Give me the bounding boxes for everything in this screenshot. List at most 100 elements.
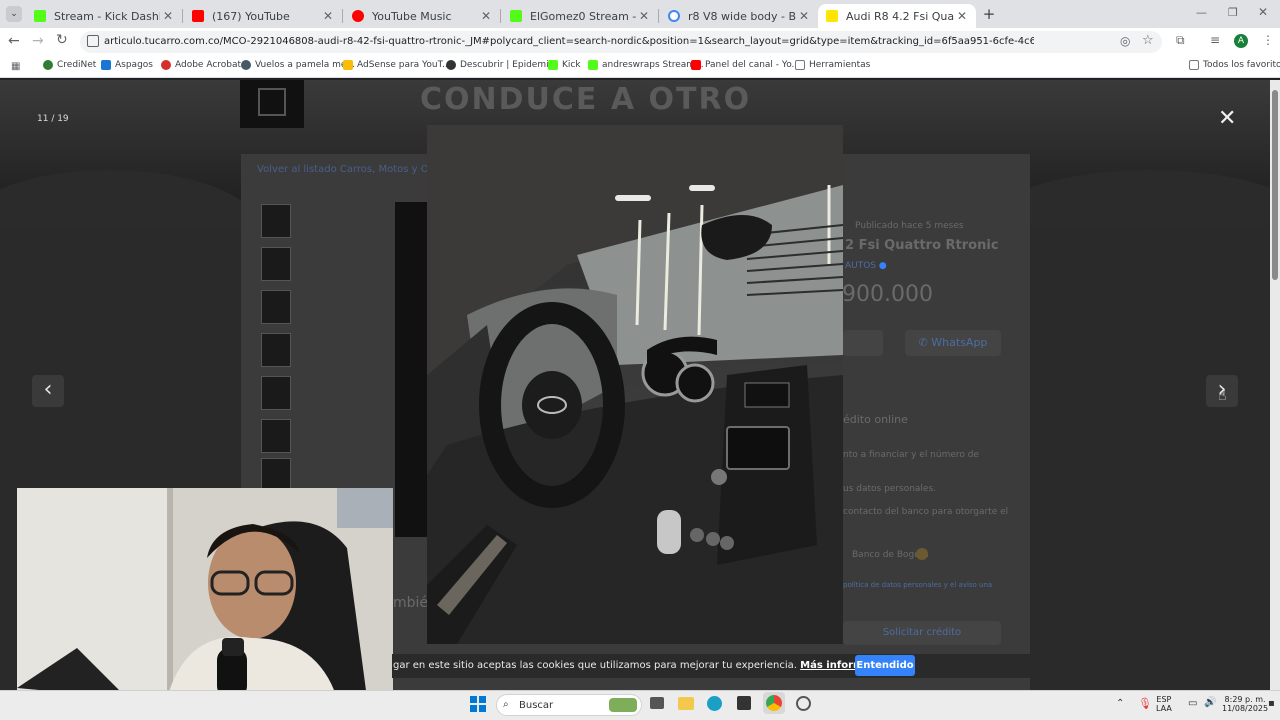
eye-off-icon[interactable]: ◎	[1120, 34, 1130, 48]
bookmark-kick[interactable]: Kick	[548, 60, 581, 70]
accept-cookies-button[interactable]: Entendido	[855, 655, 915, 676]
bookmark-adsense[interactable]: AdSense para YouT...	[343, 60, 451, 70]
verified-icon: ●	[878, 261, 887, 271]
back-button[interactable]: ←	[8, 33, 20, 49]
seller-name[interactable]: AUTOS ●	[845, 261, 887, 271]
tray-chevron-icon[interactable]: ⌃	[1116, 698, 1124, 709]
cookie-message: gar en este sitio aceptas las cookies qu…	[393, 660, 898, 671]
adsense-icon	[343, 60, 353, 70]
tab-title: (167) YouTube	[212, 9, 290, 23]
tab-title: Stream - Kick Dashboard	[54, 9, 160, 23]
tab-youtube-music[interactable]: YouTube Music ✕	[344, 4, 500, 28]
minimize-button[interactable]: —	[1196, 6, 1207, 19]
language-indicator[interactable]: ESP LAA	[1156, 695, 1172, 713]
adobe-icon	[161, 60, 171, 70]
bookmark-descubrir[interactable]: Descubrir | Epidemi...	[446, 60, 557, 70]
breadcrumb[interactable]: Volver al listado Carros, Motos y Otros	[257, 164, 448, 175]
scrollbar-thumb[interactable]	[1272, 90, 1278, 280]
close-tab-icon[interactable]: ✕	[320, 9, 336, 23]
published-date: Publicado hace 5 meses	[855, 221, 964, 231]
forward-button[interactable]: →	[32, 33, 44, 49]
task-view-icon[interactable]	[650, 697, 664, 709]
close-tab-icon[interactable]: ✕	[636, 9, 652, 23]
network-icon[interactable]: ▭	[1188, 698, 1197, 709]
kick-icon	[588, 60, 598, 70]
url-text[interactable]: articulo.tucarro.com.co/MCO-2921046808-a…	[104, 36, 1034, 47]
chrome-taskbar-button[interactable]	[763, 692, 785, 714]
taskbar-search[interactable]: ⌕ Buscar	[496, 694, 642, 716]
search-highlight-icon	[609, 698, 637, 712]
thumbnail[interactable]	[261, 419, 291, 453]
credit-legal[interactable]: política de datos personales y el aviso …	[843, 581, 992, 589]
bookmark-aspagos[interactable]: Aspagos	[101, 60, 153, 70]
bookmark-andreswraps[interactable]: andreswraps Stream...	[588, 60, 704, 70]
descubrir-icon	[446, 60, 456, 70]
media-control-icon[interactable]: ≡	[1210, 33, 1220, 47]
all-bookmarks[interactable]: Todos los favoritos	[1189, 60, 1280, 70]
car-interior-photo	[427, 125, 843, 644]
section-heading-partial: mbié	[393, 595, 429, 611]
close-tab-icon[interactable]: ✕	[160, 9, 176, 23]
thumbnail[interactable]	[261, 458, 291, 492]
microphone-icon[interactable]: 🎙	[1138, 697, 1152, 710]
windows-start-icon[interactable]	[470, 696, 486, 712]
contact-button[interactable]	[843, 330, 883, 356]
thumbnail[interactable]	[261, 376, 291, 410]
main-image-behind	[395, 202, 427, 537]
whatsapp-button[interactable]: ✆ WhatsApp	[905, 330, 1001, 356]
close-tab-icon[interactable]: ✕	[796, 9, 812, 23]
tab-title: r8 V8 wide body - Buscar con G	[688, 9, 796, 23]
tab-search-button[interactable]: ⌄	[6, 6, 22, 22]
tab-title: YouTube Music	[372, 9, 452, 23]
bank-logo	[916, 548, 928, 560]
kick-icon	[510, 10, 522, 22]
bookmark-star-icon[interactable]: ☆	[1142, 33, 1154, 48]
thumbnail[interactable]	[261, 204, 291, 238]
thumbnail[interactable]	[261, 290, 291, 324]
thumbnail[interactable]	[261, 333, 291, 367]
bookmark-vuelos[interactable]: Vuelos a pamela me...	[241, 60, 355, 70]
previous-image-button[interactable]: ‹	[32, 375, 64, 407]
close-window-button[interactable]: ✕	[1258, 5, 1268, 19]
tab-google-search[interactable]: r8 V8 wide body - Buscar con G ✕	[660, 4, 818, 28]
notifications-icon[interactable]: ▪	[1268, 698, 1275, 709]
search-icon: ⌕	[503, 699, 509, 710]
credit-line-3: contacto del banco para otorgarte el	[843, 507, 1009, 517]
dealer-logo	[258, 88, 286, 116]
kick-icon	[34, 10, 46, 22]
file-explorer-icon[interactable]	[678, 697, 694, 710]
kick-icon	[548, 60, 558, 70]
clock[interactable]: 8:29 p. m. 11/08/2025	[1222, 695, 1268, 713]
maximize-button[interactable]: ❐	[1228, 6, 1238, 19]
extensions-icon[interactable]: ⧉	[1176, 33, 1185, 48]
credinet-icon	[43, 60, 53, 70]
site-info-icon[interactable]	[87, 35, 99, 47]
close-tab-icon[interactable]: ✕	[954, 9, 970, 23]
tab-youtube[interactable]: (167) YouTube ✕	[184, 4, 342, 28]
app-icon[interactable]	[796, 696, 811, 711]
globe-icon	[241, 60, 251, 70]
bookmark-panel-canal[interactable]: Panel del canal - Yo...	[691, 60, 800, 70]
close-tab-icon[interactable]: ✕	[478, 9, 494, 23]
apps-grid-icon[interactable]: ▦	[11, 61, 20, 72]
new-tab-button[interactable]: +	[980, 5, 998, 23]
tab-kick-dashboard[interactable]: Stream - Kick Dashboard ✕	[26, 4, 182, 28]
tab-audi-r8[interactable]: Audi R8 4.2 Fsi Quattro Rtronic ✕	[818, 4, 976, 28]
request-credit-button[interactable]: Solicitar crédito	[843, 621, 1001, 645]
tab-title: Audi R8 4.2 Fsi Quattro Rtronic	[846, 9, 954, 23]
tab-elgomez-stream[interactable]: ElGomez0 Stream - Watch Live ✕	[502, 4, 658, 28]
thumbnail[interactable]	[261, 247, 291, 281]
youtube-icon	[192, 10, 204, 22]
banner-text: CONDUCE A OTRO	[420, 82, 752, 117]
store-icon[interactable]	[737, 696, 751, 710]
close-viewer-button[interactable]: ✕	[1218, 106, 1236, 131]
edge-icon[interactable]	[707, 696, 722, 711]
profile-avatar[interactable]: A	[1234, 34, 1248, 48]
menu-icon[interactable]: ⋮	[1262, 33, 1274, 47]
volume-icon[interactable]: 🔊	[1204, 697, 1216, 708]
webcam-feed	[17, 488, 393, 698]
bookmark-herramientas[interactable]: Herramientas	[795, 60, 870, 70]
bookmark-credinet[interactable]: CrediNet	[43, 60, 96, 70]
bookmark-adobe[interactable]: Adobe Acrobat	[161, 60, 241, 70]
reload-button[interactable]: ↻	[56, 32, 68, 48]
